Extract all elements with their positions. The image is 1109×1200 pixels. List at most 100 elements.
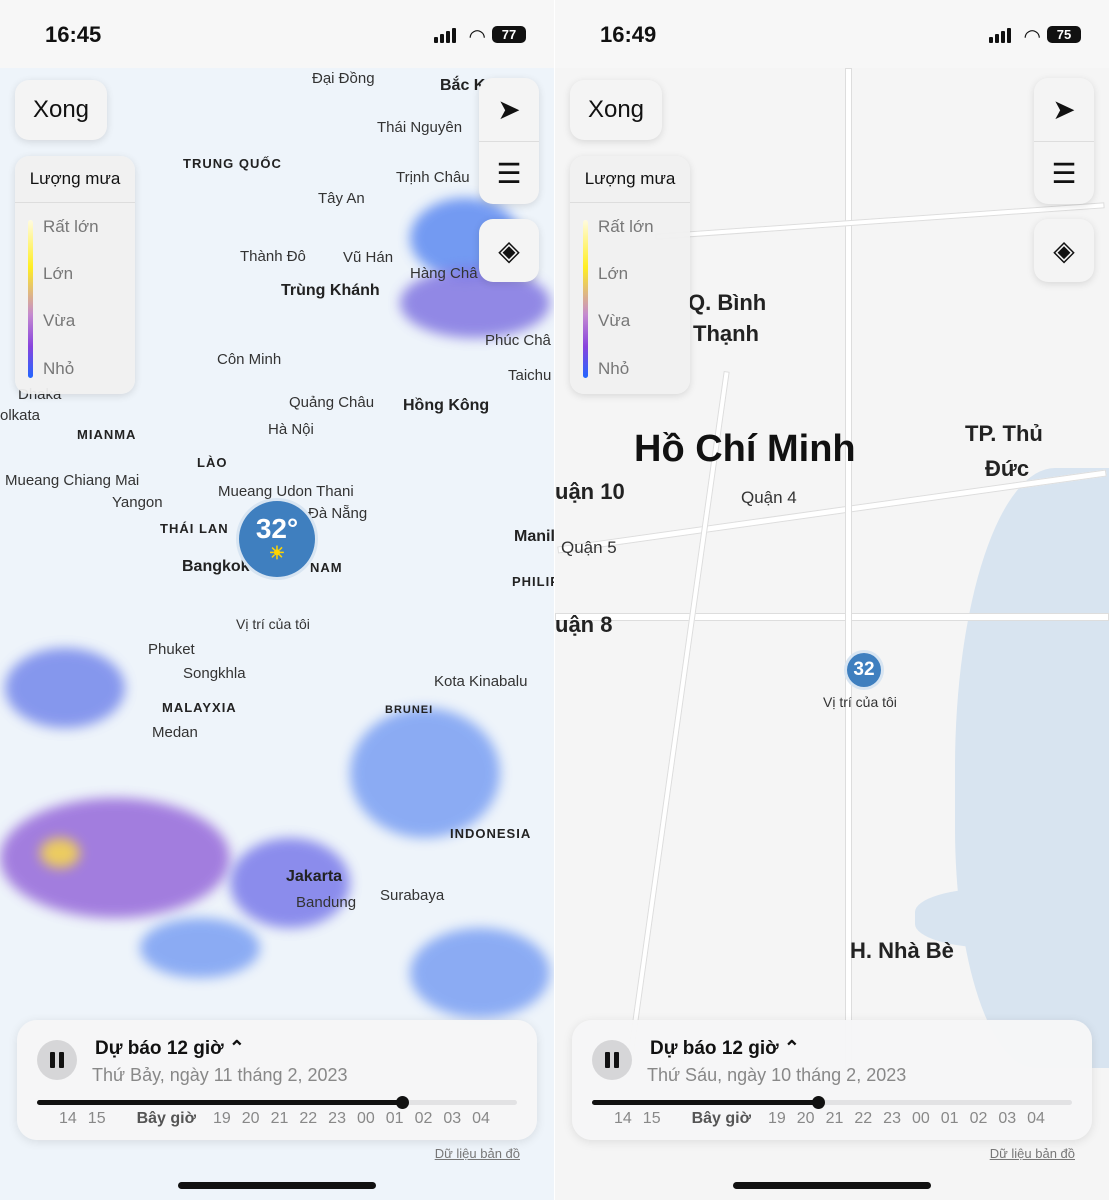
rain-area <box>40 838 80 868</box>
pause-button[interactable] <box>37 1040 77 1080</box>
map-controls: ➤ ☰ ◈ <box>479 78 539 282</box>
legend-level: Nhỏ <box>43 359 75 378</box>
pause-button[interactable] <box>592 1040 632 1080</box>
map-label: Thái Nguyên <box>377 119 463 136</box>
timeline-slider[interactable] <box>592 1096 1072 1109</box>
battery-icon: 77 <box>492 26 526 43</box>
map-label: Medan <box>152 724 198 741</box>
home-indicator[interactable] <box>178 1182 376 1189</box>
legend-color-scale <box>28 220 33 378</box>
map-label: Hồ Chí Minh <box>634 428 856 470</box>
tick-now: Bây giờ <box>691 1110 751 1127</box>
map-label: Surabaya <box>380 887 445 904</box>
tick: 14 <box>59 1110 77 1127</box>
slider-fill <box>592 1100 818 1105</box>
legend-level: Vừa <box>43 311 76 330</box>
legend-title: Lượng mưa <box>15 156 135 203</box>
legend-level: Lớn <box>598 264 629 283</box>
map-label: MIANMA <box>77 427 137 442</box>
map-label: uận 10 <box>555 479 625 504</box>
forecast-selector[interactable]: Dự báo 12 giờ ⌃ <box>650 1037 800 1060</box>
slider-knob[interactable] <box>395 1096 409 1109</box>
map-label: INDONESIA <box>450 826 532 841</box>
home-indicator[interactable] <box>733 1182 931 1189</box>
legend-title: Lượng mưa <box>570 156 690 203</box>
map-label: THÁI LAN <box>160 521 229 536</box>
right-screen: 16:49 ◠ 75 Q. Bình Thạnh Hồ Chí Minh TP.… <box>555 0 1109 1200</box>
list-icon[interactable]: ☰ <box>1034 141 1094 204</box>
forecast-panel: Dự báo 12 giờ ⌃ Thứ Bảy, ngày 11 tháng 2… <box>17 1020 537 1140</box>
legend-level: Vừa <box>598 311 631 330</box>
map-label: Manil <box>514 528 554 545</box>
tick: 23 <box>883 1110 901 1127</box>
timeline-ticks: 14 15 Bây giờ 19 20 21 22 23 00 01 02 03 04 <box>59 1110 490 1128</box>
legend-color-scale <box>583 220 588 378</box>
battery-icon: 75 <box>1047 26 1081 43</box>
done-button[interactable]: Xong <box>570 80 662 140</box>
road <box>626 370 730 1066</box>
map-label: BRUNEI <box>385 704 434 716</box>
clock: 16:45 <box>45 22 102 47</box>
tick: 04 <box>472 1110 490 1127</box>
legend-level: Rất lớn <box>598 217 654 236</box>
tick: 21 <box>270 1110 289 1127</box>
tick: 19 <box>767 1110 786 1127</box>
map-label: Kota Kinabalu <box>434 673 528 690</box>
map-label: Mueang Udon Thani <box>218 483 354 500</box>
status-bar: 16:49 ◠ 75 <box>555 0 1109 68</box>
map-label: LÀO <box>197 455 228 470</box>
tick: 14 <box>614 1110 632 1127</box>
map-label: Quận 4 <box>741 488 797 507</box>
map-label: Bandung <box>296 894 357 911</box>
tick: 22 <box>854 1110 873 1127</box>
wifi-icon: ◠ <box>1023 26 1041 48</box>
map-label: Taichu <box>508 367 552 384</box>
rain-area <box>140 918 260 978</box>
map-label: uận 8 <box>555 612 613 637</box>
map-label: TRUNG QUỐC <box>183 156 282 171</box>
precipitation-legend: Lượng mưa Rất lớn Lớn Vừa Nhỏ <box>15 156 135 394</box>
legend-level: Lớn <box>43 264 74 283</box>
forecast-title: Dự báo 12 giờ <box>650 1038 779 1059</box>
tick: 03 <box>443 1110 462 1127</box>
my-location-marker[interactable]: 32 <box>844 650 884 690</box>
list-icon[interactable]: ☰ <box>479 141 539 204</box>
tick: 00 <box>911 1110 930 1127</box>
forecast-panel: Dự báo 12 giờ ⌃ Thứ Sáu, ngày 10 tháng 2… <box>572 1020 1092 1140</box>
my-location-marker[interactable]: 32° ☀ <box>236 498 318 580</box>
map-label: Hàng Châ <box>410 265 478 282</box>
sun-icon: ☀ <box>268 543 286 563</box>
my-location-label: Vị trí của tôi <box>236 616 310 632</box>
rain-area <box>5 648 125 728</box>
tick: 15 <box>87 1110 106 1127</box>
map-label: Tây An <box>318 190 365 207</box>
river <box>955 468 1109 1068</box>
map-label: Trùng Khánh <box>281 282 380 299</box>
slider-knob[interactable] <box>811 1096 825 1109</box>
map-data-link[interactable]: Dữ liệu bản đồ <box>990 1146 1075 1161</box>
tick: 02 <box>969 1110 988 1127</box>
clock: 16:49 <box>600 22 657 47</box>
rain-area <box>350 708 500 838</box>
status-bar: 16:45 ◠ 77 <box>0 0 554 68</box>
location-arrow-icon[interactable]: ➤ <box>479 78 539 141</box>
map-label: Đại Đồng <box>312 70 375 87</box>
layers-icon[interactable]: ◈ <box>1034 219 1094 282</box>
timeline-slider[interactable] <box>37 1096 517 1109</box>
done-button[interactable]: Xong <box>15 80 107 140</box>
tick: 21 <box>825 1110 844 1127</box>
forecast-date: Thứ Bảy, ngày 11 tháng 2, 2023 <box>92 1065 348 1085</box>
forecast-selector[interactable]: Dự báo 12 giờ ⌃ <box>95 1037 245 1060</box>
forecast-title: Dự báo 12 giờ <box>95 1038 224 1059</box>
tick: 20 <box>241 1110 260 1127</box>
road <box>555 613 1109 621</box>
legend-level: Rất lớn <box>43 217 99 236</box>
tick: 03 <box>998 1110 1017 1127</box>
map-label: Q. Bình <box>688 290 767 315</box>
map-label: MALAYXIA <box>162 700 237 715</box>
tick: 02 <box>414 1110 433 1127</box>
map-data-link[interactable]: Dữ liệu bản đồ <box>435 1146 520 1161</box>
tick: 00 <box>356 1110 375 1127</box>
layers-icon[interactable]: ◈ <box>479 219 539 282</box>
location-arrow-icon[interactable]: ➤ <box>1034 78 1094 141</box>
